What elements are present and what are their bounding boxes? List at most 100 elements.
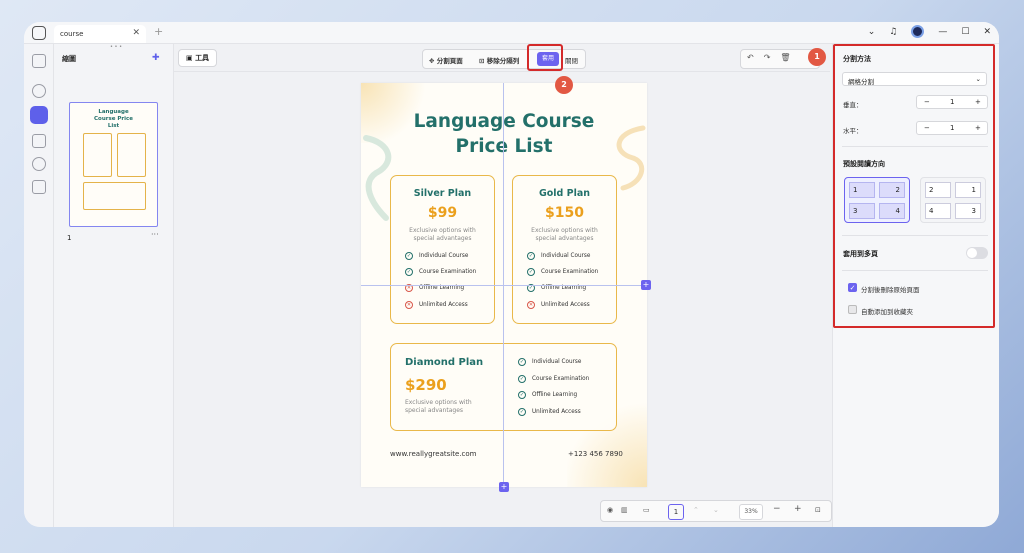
prev-page-icon[interactable]: ⌃ [693, 506, 699, 514]
attachment-icon[interactable] [32, 180, 46, 194]
horizontal-split-line[interactable] [361, 285, 647, 286]
document-page: Language Course Price List Silver Plan $… [361, 83, 647, 487]
check-icon: ✓ [527, 268, 535, 276]
delete-icon[interactable]: 🗑 [780, 53, 800, 62]
thumb-card-diamond [83, 182, 146, 210]
search-icon[interactable] [32, 84, 46, 98]
feature-item: Course Examination [541, 269, 599, 275]
drag-handle[interactable]: • • • [110, 44, 122, 50]
feature-item: Course Examination [419, 269, 477, 275]
remove-split-lines-button[interactable]: ⊡ 移除分隔列 [479, 55, 519, 65]
gold-plan-card: Gold Plan $150 Exclusive options with spe… [512, 175, 617, 324]
check-icon: ✓ [518, 375, 526, 383]
fit-page-icon[interactable]: ⊡ [815, 506, 821, 514]
pin-icon[interactable]: ✚ [152, 53, 160, 63]
split-line-handle-bottom[interactable]: + [499, 482, 509, 492]
phone-text: +123 456 7890 [568, 450, 623, 458]
split-page-button[interactable]: ✥ 分割頁面 [429, 55, 463, 65]
grid-icon[interactable] [32, 54, 46, 68]
home-icon[interactable] [32, 26, 46, 40]
panel-highlight-box [833, 44, 995, 328]
feature-item: Individual Course [541, 253, 591, 259]
plan-price: $150 [545, 205, 584, 221]
apply-highlight-box [527, 44, 563, 71]
check-icon: ✓ [518, 358, 526, 366]
thumbnail-title: Language Course Price List [94, 109, 133, 129]
plan-desc: Exclusive options with special advantages [513, 227, 616, 243]
check-icon: ✓ [527, 252, 535, 260]
new-tab-button[interactable]: + [154, 25, 163, 38]
minimize-icon[interactable]: — [938, 27, 947, 37]
plan-name: Gold Plan [538, 188, 591, 199]
zoom-level[interactable]: 33% [739, 504, 763, 520]
plan-desc-line1: Exclusive options with [409, 227, 476, 234]
thumb-card-silver [83, 133, 112, 177]
check-icon: ✓ [518, 408, 526, 416]
step-badge-1: 1 [808, 48, 826, 66]
check-icon: ✓ [405, 252, 413, 260]
plan-desc: Exclusive options with special advantages [391, 227, 494, 243]
close-tab-icon[interactable]: ✕ [132, 28, 140, 38]
split-toolbar: ▣ 工具 ✥ 分割頁面 ⊡ 移除分隔列 套用 關閉 ↶↷🗑 [174, 44, 830, 72]
bookmark-icon[interactable] [32, 134, 46, 148]
close-window-icon[interactable]: ✕ [983, 27, 991, 37]
page-title-line1: Language Course [413, 111, 595, 132]
page-title: Language Course Price List [361, 109, 647, 159]
title-bar: course ✕ + ⌄ ♫ — ☐ ✕ [24, 22, 999, 44]
bottom-nav-bar: ◉ ▥ ▭ 1 ⌃ ⌄ 33% − + ⊡ [600, 500, 832, 522]
plan-desc-line2: special advantages [535, 235, 594, 242]
thumbnail-page-number: 1 [67, 234, 72, 242]
comment-icon[interactable] [32, 157, 46, 171]
cross-icon: ✕ [527, 301, 535, 309]
plan-name: Diamond Plan [405, 357, 484, 368]
thumbnail-icon[interactable] [30, 106, 48, 124]
feature-item: Individual Course [532, 359, 582, 365]
page-thumbnail[interactable]: Language Course Price List [69, 102, 158, 227]
plan-desc-line2: special advantages [413, 235, 472, 242]
feature-item: Unlimited Access [541, 302, 590, 308]
thumb-card-gold [117, 133, 146, 177]
check-icon: ✓ [518, 391, 526, 399]
page-title-line2: Price List [455, 136, 553, 157]
page-number-input[interactable]: 1 [668, 504, 684, 520]
step-badge-2: 2 [555, 76, 573, 94]
feature-item: Course Examination [532, 376, 590, 382]
document-tab[interactable]: course ✕ [54, 25, 146, 43]
tools-button[interactable]: ▣ 工具 [178, 49, 218, 67]
bell-icon[interactable]: ♫ [889, 27, 897, 37]
sidebar-icon[interactable]: ◉ [607, 506, 613, 514]
close-split-button[interactable]: 關閉 [565, 55, 578, 65]
feature-item: Unlimited Access [532, 409, 581, 415]
present-icon[interactable]: ▭ [643, 506, 650, 514]
remove-split-label: 移除分隔列 [486, 57, 520, 65]
maximize-icon[interactable]: ☐ [961, 27, 969, 37]
tools-label: 工具 [195, 54, 210, 62]
split-line-handle-right[interactable]: + [641, 280, 651, 290]
avatar[interactable] [911, 25, 925, 38]
plan-price: $99 [427, 205, 458, 221]
website-text: www.reallygreatsite.com [390, 450, 477, 458]
zoom-out-button[interactable]: − [773, 504, 781, 514]
plan-desc-line2: special advantages [405, 407, 464, 414]
next-page-icon[interactable]: ⌄ [713, 506, 719, 514]
undo-icon[interactable]: ↶ [747, 53, 764, 62]
cross-icon: ✕ [405, 301, 413, 309]
feature-item: Individual Course [419, 253, 469, 259]
plan-desc-line1: Exclusive options with [405, 399, 472, 406]
redo-icon[interactable]: ↷ [764, 53, 781, 62]
feature-item: Offline Learning [532, 392, 578, 398]
page-view-icon[interactable]: ▥ [621, 506, 628, 514]
zoom-in-button[interactable]: + [794, 504, 802, 514]
plan-price: $290 [405, 376, 447, 394]
plan-desc-line1: Exclusive options with [531, 227, 598, 234]
thumbnail-panel: • • • 縮圖 ✚ Language Course Price List 1 … [54, 44, 174, 527]
thumbnail-more-button[interactable]: ··· [151, 230, 159, 239]
plan-name: Silver Plan [413, 188, 472, 199]
plan-desc: Exclusive options with special advantages [405, 399, 472, 415]
chevron-down-icon[interactable]: ⌄ [868, 27, 876, 37]
silver-plan-card: Silver Plan $99 Exclusive options with sp… [390, 175, 495, 324]
feature-item: Unlimited Access [419, 302, 468, 308]
check-icon: ✓ [405, 268, 413, 276]
tab-label: course [60, 30, 84, 38]
thumbnail-panel-title: 縮圖 [62, 55, 76, 63]
